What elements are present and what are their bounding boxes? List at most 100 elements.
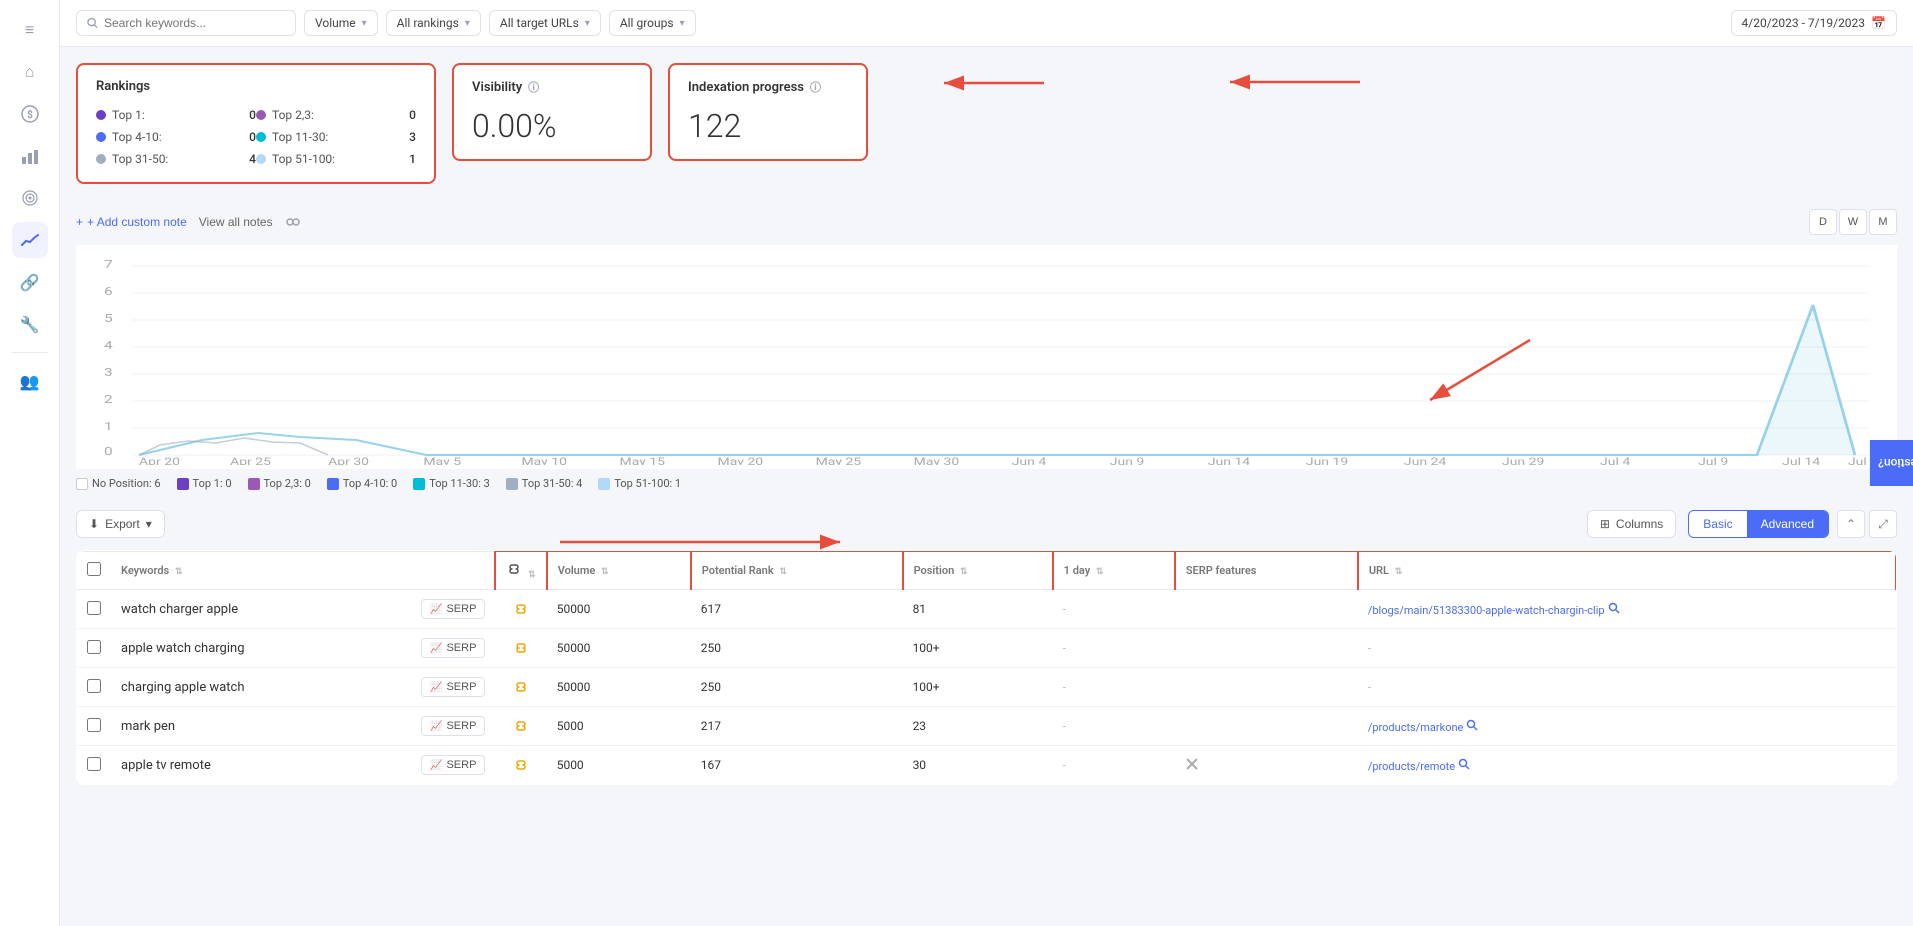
svg-text:3: 3 — [104, 367, 113, 379]
sidebar-link-icon[interactable]: 🔗 — [12, 264, 48, 300]
serp-features-cell-3 — [1175, 707, 1358, 746]
sort-icon: ⇅ — [175, 567, 183, 577]
svg-text:Jun 19: Jun 19 — [1306, 456, 1349, 465]
url-link-0[interactable]: /blogs/main/51383300-apple-watch-chargin… — [1368, 604, 1605, 617]
legend-checkbox-top1[interactable] — [177, 478, 189, 490]
potential-rank-cell-1: 250 — [691, 629, 903, 668]
view-notes-button[interactable]: View all notes — [199, 215, 273, 229]
url-link-3[interactable]: /products/markone — [1368, 721, 1464, 734]
url-cell-4: /products/remote — [1358, 746, 1896, 785]
th-position[interactable]: Position ⇅ — [903, 551, 1053, 590]
th-1day[interactable]: 1 day ⇅ — [1053, 551, 1175, 590]
chart-controls: + + Add custom note View all notes D W M — [76, 199, 1897, 245]
info-icon: ⓘ — [528, 79, 539, 95]
row-checkbox-2[interactable] — [87, 679, 101, 693]
serp-button-4[interactable]: 📈 SERP — [421, 755, 485, 775]
legend-checkbox-no-position[interactable] — [76, 478, 88, 490]
search-url-icon-4 — [1458, 758, 1470, 770]
rank-dot-top1130 — [256, 132, 266, 142]
chart-day-button[interactable]: D — [1809, 209, 1837, 235]
legend-checkbox-top51100[interactable] — [598, 478, 610, 490]
potential-rank-cell-2: 250 — [691, 668, 903, 707]
advanced-view-button[interactable]: Advanced — [1747, 511, 1828, 537]
sidebar-menu-icon[interactable]: ≡ — [12, 12, 48, 48]
search-box[interactable] — [76, 10, 296, 36]
collapse-button[interactable]: ⌃ — [1837, 510, 1865, 538]
svg-text:Jun 14: Jun 14 — [1208, 456, 1251, 465]
export-button[interactable]: ⬇ Export ▾ — [76, 510, 165, 538]
trend-icon: 📈 — [430, 682, 442, 693]
row-checkbox-0[interactable] — [87, 601, 101, 615]
expand-button[interactable]: ⤢ — [1869, 510, 1897, 538]
link-cell-0 — [495, 590, 546, 629]
search-url-icon-0 — [1608, 602, 1620, 614]
svg-text:6: 6 — [104, 286, 113, 298]
keyword-cell-0: watch charger apple — [111, 590, 411, 629]
annotation-arrow-1 — [884, 63, 1084, 183]
columns-button[interactable]: ⊞ Columns — [1587, 510, 1676, 538]
volume-cell-4: 5000 — [547, 746, 691, 785]
svg-text:Jul 4: Jul 4 — [1600, 456, 1630, 465]
th-potential-rank[interactable]: Potential Rank ⇅ — [691, 551, 903, 590]
chart-month-button[interactable]: M — [1869, 209, 1897, 235]
chart-week-button[interactable]: W — [1839, 209, 1867, 235]
serp-button-0[interactable]: 📈 SERP — [421, 599, 485, 619]
add-note-button[interactable]: + + Add custom note — [76, 215, 187, 229]
sidebar-radar-icon[interactable] — [12, 180, 48, 216]
basic-view-button[interactable]: Basic — [1689, 511, 1746, 537]
indexation-card: Indexation progress ⓘ 122 — [668, 63, 868, 161]
keyword-cell-3: mark pen — [111, 707, 411, 746]
legend-checkbox-top410[interactable] — [327, 478, 339, 490]
sidebar-chart-icon[interactable] — [12, 138, 48, 174]
chart-legend: No Position: 6 Top 1: 0 Top 2,3: 0 Top 4… — [76, 469, 1897, 498]
position-cell-3: 23 — [903, 707, 1053, 746]
serp-button-3[interactable]: 📈 SERP — [421, 716, 485, 736]
position-cell-2: 100+ — [903, 668, 1053, 707]
row-checkbox-4[interactable] — [87, 757, 101, 771]
legend-checkbox-top1130[interactable] — [413, 478, 425, 490]
serp-features-cell-1 — [1175, 629, 1358, 668]
svg-text:Apr 25: Apr 25 — [230, 456, 271, 465]
volume-filter[interactable]: Volume ▾ — [304, 10, 378, 36]
svg-text:May 15: May 15 — [619, 456, 665, 465]
table-icon-buttons: ⌃ ⤢ — [1837, 510, 1897, 538]
view-toggle: Basic Advanced — [1688, 510, 1829, 538]
row-checkbox-1[interactable] — [87, 640, 101, 654]
sidebar-people-icon[interactable]: 👥 — [12, 363, 48, 399]
legend-top1: Top 1: 0 — [177, 477, 232, 490]
help-tab[interactable]: Got a question? — [1870, 440, 1913, 486]
urls-filter[interactable]: All target URLs ▾ — [489, 10, 601, 36]
search-input[interactable] — [104, 16, 285, 30]
url-cell-2: - — [1358, 668, 1896, 707]
th-url[interactable]: URL ⇅ — [1358, 551, 1896, 590]
row-checkbox-3[interactable] — [87, 718, 101, 732]
svg-text:Jun 29: Jun 29 — [1502, 456, 1545, 465]
groups-filter[interactable]: All groups ▾ — [609, 10, 696, 36]
legend-checkbox-top23[interactable] — [248, 478, 260, 490]
rank-item-top1130: Top 11-30: 3 — [256, 128, 416, 146]
sidebar-home-icon[interactable]: ⌂ — [12, 54, 48, 90]
chart-section: + + Add custom note View all notes D W M… — [60, 199, 1913, 498]
serp-button-1[interactable]: 📈 SERP — [421, 638, 485, 658]
th-volume[interactable]: Volume ⇅ — [547, 551, 691, 590]
serp-cell-3: 📈 SERP — [411, 707, 495, 746]
link-chart-icon[interactable] — [285, 214, 301, 230]
svg-text:May 20: May 20 — [718, 456, 764, 465]
svg-text:Jul 9: Jul 9 — [1698, 456, 1728, 465]
svg-text:7: 7 — [104, 259, 113, 271]
serp-button-2[interactable]: 📈 SERP — [421, 677, 485, 697]
select-all-checkbox[interactable] — [87, 562, 101, 576]
rankings-grid: Top 1: 0 Top 2,3: 0 Top 4-10: 0 Top 11-3… — [96, 106, 416, 168]
sidebar-divider — [12, 352, 48, 353]
th-keywords[interactable]: Keywords ⇅ — [111, 551, 411, 590]
chart-wrapper: 0 1 2 3 4 5 6 7 Apr 20 Apr 25 — [76, 245, 1897, 469]
svg-text:5: 5 — [104, 313, 113, 325]
sidebar-coin-icon[interactable]: $ — [12, 96, 48, 132]
rankings-filter[interactable]: All rankings ▾ — [386, 10, 481, 36]
legend-checkbox-top3150[interactable] — [506, 478, 518, 490]
x-icon-4 — [1185, 757, 1199, 771]
date-range-filter[interactable]: 4/20/2023 - 7/19/2023 📅 — [1731, 10, 1897, 36]
sidebar-tool-icon[interactable]: 🔧 — [12, 306, 48, 342]
sidebar-trend-icon[interactable] — [12, 222, 48, 258]
url-link-4[interactable]: /products/remote — [1368, 760, 1455, 773]
